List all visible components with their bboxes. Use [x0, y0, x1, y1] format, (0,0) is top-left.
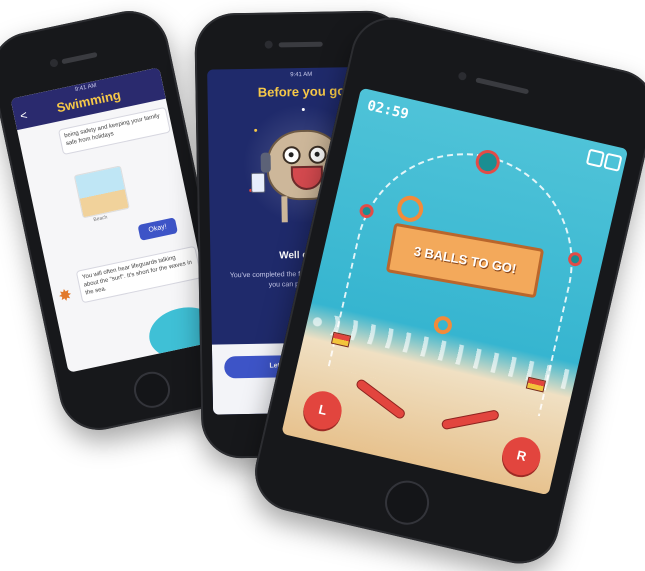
home-button[interactable] [380, 476, 434, 530]
right-flipper [440, 409, 500, 431]
sparkle-dot [301, 107, 305, 112]
front-camera [457, 71, 468, 81]
earpiece [278, 41, 323, 48]
mascot-eye [282, 146, 301, 165]
game-screen: 02:59 3 BALLS TO GO! L R [281, 87, 629, 496]
earpiece [61, 51, 98, 65]
chat-message: You will often hear lifeguards talking a… [75, 245, 202, 304]
mascot-mouth [290, 165, 324, 191]
sparkle-dot [254, 128, 258, 132]
okay-button[interactable]: Okay! [137, 217, 178, 241]
left-flipper [354, 377, 407, 421]
left-flipper-button[interactable]: L [299, 387, 346, 434]
earpiece [475, 77, 530, 95]
headphone-left [260, 152, 271, 173]
starfish-icon: ✸ [57, 286, 74, 306]
settings-icon[interactable] [603, 152, 623, 172]
chat-screen: 9:41 AM < Swimming being safety and keep… [10, 67, 218, 373]
beach-image [73, 165, 130, 219]
pause-icon[interactable] [585, 148, 605, 168]
mascot-eye [308, 145, 327, 164]
right-flipper-button[interactable]: R [498, 433, 545, 479]
front-camera [264, 40, 273, 49]
phone-icon [250, 172, 266, 193]
front-camera [49, 58, 59, 68]
image-caption: Beach [92, 214, 109, 224]
home-button[interactable] [130, 368, 174, 412]
timer: 02:59 [365, 97, 411, 123]
